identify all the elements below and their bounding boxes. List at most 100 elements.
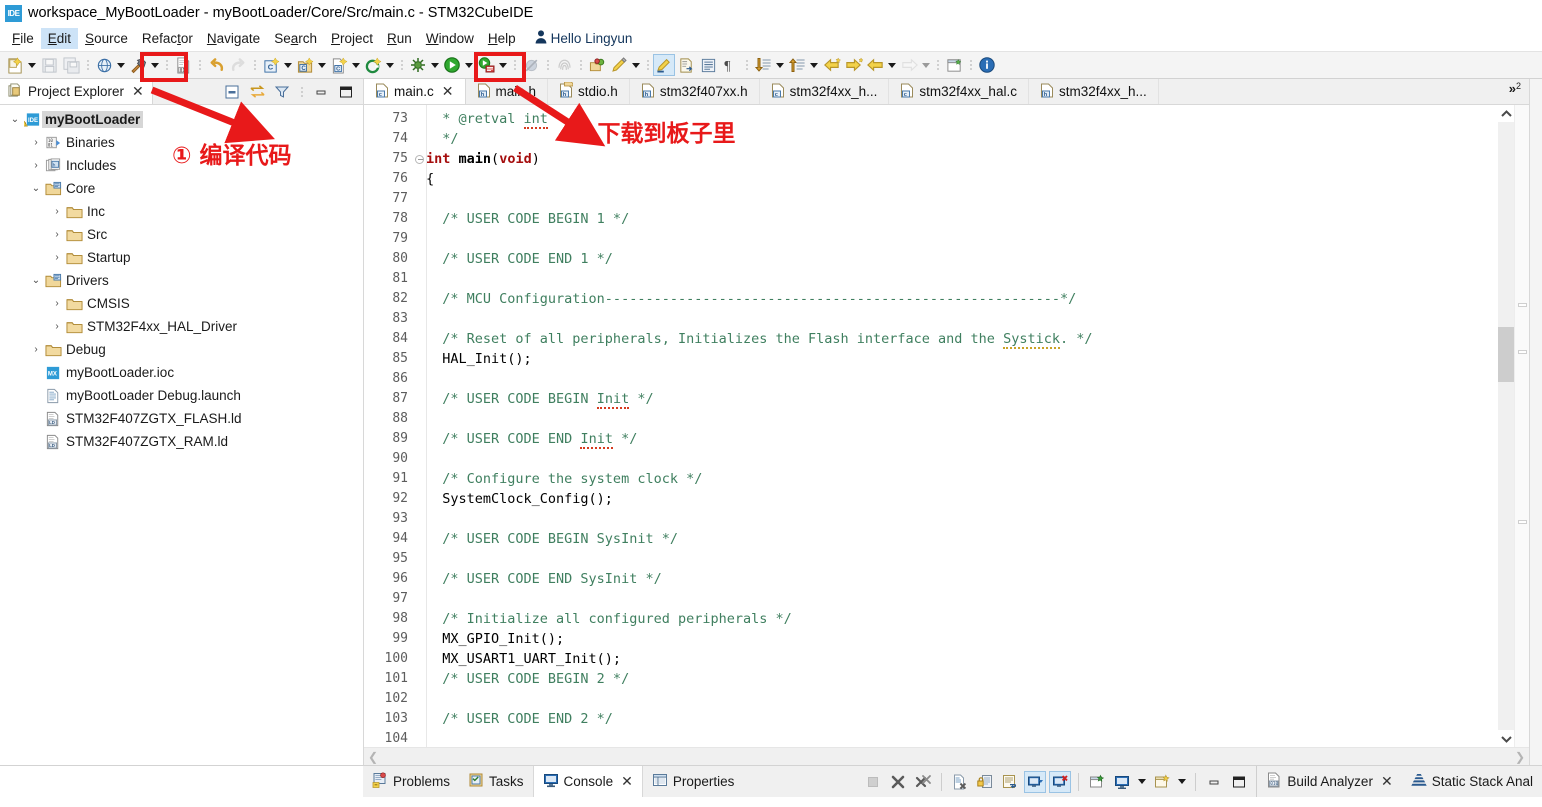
minimize-button[interactable]: [1203, 771, 1225, 793]
chevron-down-icon[interactable]: [26, 54, 38, 76]
twisty-collapsed-icon[interactable]: ›: [50, 252, 64, 263]
minimize-button[interactable]: [310, 81, 332, 103]
twisty-collapsed-icon[interactable]: ›: [29, 344, 43, 355]
editor-horizontal-scrollbar[interactable]: ❮ ❯: [364, 747, 1529, 765]
toggle-comment-button[interactable]: [697, 54, 719, 76]
tree-item-includes[interactable]: › h Includes: [0, 154, 363, 177]
chevron-right-icon[interactable]: ❯: [1515, 750, 1525, 764]
display-selected-console-button[interactable]: [1111, 771, 1133, 793]
twisty-collapsed-icon[interactable]: ›: [29, 160, 43, 171]
menu-item-file[interactable]: File: [5, 28, 41, 49]
terminate-button[interactable]: [862, 771, 884, 793]
overview-ruler-mark[interactable]: [1518, 350, 1527, 354]
twisty-collapsed-icon[interactable]: ›: [29, 137, 43, 148]
menu-item-source[interactable]: Source: [78, 28, 135, 49]
chevron-left-icon[interactable]: ❮: [368, 750, 378, 764]
toggle-block-selection-button[interactable]: [653, 54, 675, 76]
chevron-down-icon[interactable]: [463, 54, 475, 76]
bottom-tab-console[interactable]: Console ✕: [532, 766, 643, 797]
overview-ruler[interactable]: [1514, 105, 1529, 747]
remove-launch-button[interactable]: [887, 771, 909, 793]
tree-item-drivers[interactable]: ⌄ Drivers: [0, 269, 363, 292]
source-code[interactable]: * @retval int */ int main(void) { /* USER …: [426, 105, 1498, 747]
bottom-tab-properties[interactable]: Properties: [643, 766, 744, 797]
redo-button[interactable]: [227, 54, 249, 76]
chevron-down-icon[interactable]: [886, 54, 898, 76]
menu-item-help[interactable]: Help: [481, 28, 523, 49]
pin-console-button[interactable]: [1086, 771, 1108, 793]
open-console-button[interactable]: [1151, 771, 1173, 793]
editor-tab-stm32f407xx-h[interactable]: h stm32f407xx.h: [630, 79, 760, 104]
chevron-down-icon[interactable]: [808, 54, 820, 76]
chevron-down-icon[interactable]: [1500, 730, 1512, 747]
new-c-file-button[interactable]: C: [328, 54, 350, 76]
view-menu-button[interactable]: [299, 83, 304, 101]
show-whitespace-button[interactable]: [675, 54, 697, 76]
chevron-down-icon[interactable]: [149, 54, 161, 76]
show-console-on-error-button[interactable]: [1049, 770, 1072, 793]
chevron-down-icon[interactable]: [429, 54, 441, 76]
tree-item-startup[interactable]: › Startup: [0, 246, 363, 269]
tree-item-core[interactable]: ⌄ Core: [0, 177, 363, 200]
menu-item-project[interactable]: Project: [324, 28, 380, 49]
chevron-down-icon[interactable]: [630, 54, 642, 76]
twisty-collapsed-icon[interactable]: ›: [50, 298, 64, 309]
chevron-up-icon[interactable]: [1500, 105, 1512, 122]
last-edit-location-button[interactable]: [608, 54, 630, 76]
overview-ruler-mark[interactable]: [1518, 303, 1527, 307]
bottom-tab-tasks[interactable]: Tasks: [459, 766, 533, 797]
tree-item-binaries[interactable]: › 10 01 Binaries: [0, 131, 363, 154]
twisty-expanded-icon[interactable]: ⌄: [29, 183, 43, 194]
twisty-collapsed-icon[interactable]: ›: [50, 206, 64, 217]
remove-all-terminated-launches-button[interactable]: [912, 771, 934, 793]
scroll-lock-button[interactable]: [974, 771, 996, 793]
information-button[interactable]: [976, 54, 998, 76]
chevron-down-icon[interactable]: [497, 54, 509, 76]
menu-item-search[interactable]: Search: [267, 28, 324, 49]
save-all-button[interactable]: [60, 54, 82, 76]
editor-tab-main-c[interactable]: c main.c ✕: [364, 79, 466, 104]
user-account[interactable]: Hello Lingyun: [535, 30, 632, 47]
debug-button[interactable]: [407, 54, 429, 76]
menu-item-run[interactable]: Run: [380, 28, 419, 49]
menu-item-edit[interactable]: Edit: [40, 28, 79, 49]
chevron-down-icon[interactable]: [1136, 771, 1148, 793]
editor-vertical-scrollbar[interactable]: [1498, 105, 1514, 747]
skip-all-breakpoints-button[interactable]: [520, 54, 542, 76]
show-print-margin-button[interactable]: ¶: [719, 54, 741, 76]
bottom-tab-problems[interactable]: Problems: [363, 766, 459, 797]
editor-tab-stm32f4xx-h-[interactable]: c stm32f4xx_h...: [760, 79, 890, 104]
chevron-down-icon[interactable]: [920, 54, 932, 76]
word-wrap-button[interactable]: [999, 771, 1021, 793]
editor-tab-stm32f4xx-h-[interactable]: h stm32f4xx_h...: [1029, 79, 1159, 104]
open-element-button[interactable]: [586, 54, 608, 76]
twisty-expanded-icon[interactable]: ⌄: [29, 275, 43, 286]
editor-tab-main-h[interactable]: h main.h: [466, 79, 549, 104]
new-button[interactable]: [4, 54, 26, 76]
menu-item-navigate[interactable]: Navigate: [200, 28, 267, 49]
tree-item-stm32f407zgtx-flash-ld[interactable]: LD STM32F407ZGTX_FLASH.ld: [0, 407, 363, 430]
tree-item-mybootloader-ioc[interactable]: MX myBootLoader.ioc: [0, 361, 363, 384]
forward-button[interactable]: [898, 54, 920, 76]
chevron-down-icon[interactable]: [350, 54, 362, 76]
forward-to-button[interactable]: [842, 54, 864, 76]
menu-item-refactor[interactable]: Refactor: [135, 28, 200, 49]
tree-item-stm32f4xx-hal-driver[interactable]: › STM32F4xx_HAL_Driver: [0, 315, 363, 338]
clear-console-button[interactable]: [949, 771, 971, 793]
previous-annotation-button[interactable]: [786, 54, 808, 76]
new-class-button[interactable]: [362, 54, 384, 76]
collapse-all-button[interactable]: [221, 81, 243, 103]
show-console-when-output-changes-button[interactable]: [1024, 770, 1047, 793]
link-with-editor-button[interactable]: [246, 81, 268, 103]
maximize-button[interactable]: [1228, 771, 1250, 793]
new-c-cpp-project-button[interactable]: C: [260, 54, 282, 76]
next-annotation-button[interactable]: [752, 54, 774, 76]
maximize-button[interactable]: [335, 81, 357, 103]
undo-button[interactable]: [205, 54, 227, 76]
run-button[interactable]: [441, 54, 463, 76]
editor-tab-overflow-button[interactable]: » 2: [1501, 79, 1529, 104]
close-icon[interactable]: ✕: [1381, 773, 1393, 790]
chevron-down-icon[interactable]: [1176, 771, 1188, 793]
editor-tab-stdio-h[interactable]: h stdio.h: [548, 79, 630, 104]
external-tools-button[interactable]: [475, 54, 497, 76]
